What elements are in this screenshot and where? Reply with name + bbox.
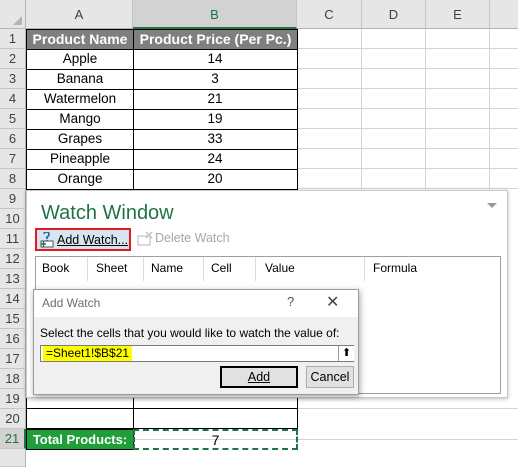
product-name-cell[interactable]: Grapes: [26, 129, 134, 150]
column-header-d[interactable]: D: [362, 0, 426, 29]
dialog-prompt: Select the cells that you would like to …: [40, 326, 340, 340]
row-header-20[interactable]: 20: [0, 409, 26, 429]
row-header-8[interactable]: 8: [0, 169, 26, 189]
product-name-cell[interactable]: Orange: [26, 169, 134, 190]
row-header-21[interactable]: 21: [0, 429, 26, 449]
row-header-3[interactable]: 3: [0, 69, 26, 89]
row-header-22[interactable]: [0, 449, 26, 467]
add-button[interactable]: Add: [220, 366, 298, 388]
delete-watch-button[interactable]: Delete Watch: [135, 229, 231, 250]
row-header-15[interactable]: 15: [0, 309, 26, 329]
watch-window-title: Watch Window: [41, 202, 174, 224]
column-header-b[interactable]: B: [133, 0, 297, 29]
watch-column-sheet[interactable]: Sheet: [96, 261, 127, 275]
row-header-10[interactable]: 10: [0, 209, 26, 229]
watch-column-name[interactable]: Name: [151, 261, 183, 275]
product-price-cell[interactable]: 14: [133, 49, 298, 70]
add-watch-button[interactable]: Add Watch...: [35, 228, 131, 251]
watch-column-book[interactable]: Book: [42, 261, 69, 275]
add-watch-label: Add Watch...: [57, 233, 129, 247]
close-icon[interactable]: ✕: [326, 292, 339, 312]
row-header-19[interactable]: 19: [0, 389, 26, 409]
row-header-16[interactable]: 16: [0, 329, 26, 349]
watch-window-options-caret-icon[interactable]: [487, 203, 497, 208]
product-name-cell[interactable]: Apple: [26, 49, 134, 70]
collapse-dialog-icon[interactable]: ⬆: [338, 346, 354, 361]
product-name-cell[interactable]: Watermelon: [26, 89, 134, 110]
row-header-4[interactable]: 4: [0, 89, 26, 109]
column-header-a[interactable]: A: [26, 0, 133, 29]
row-header-13[interactable]: 13: [0, 269, 26, 289]
total-products-label[interactable]: Total Products:: [26, 429, 134, 450]
add-watch-icon: [40, 232, 54, 248]
row-header-5[interactable]: 5: [0, 109, 26, 129]
add-watch-dialog: Add Watch ? ✕ Select the cells that you …: [33, 289, 359, 395]
watch-column-cell[interactable]: Cell: [211, 261, 232, 275]
header-product-name[interactable]: Product Name: [26, 29, 134, 50]
product-price-cell[interactable]: 33: [133, 129, 298, 150]
product-price-cell[interactable]: 21: [133, 89, 298, 110]
delete-watch-icon: [137, 231, 153, 246]
delete-watch-label: Delete Watch: [155, 231, 230, 245]
row-header-14[interactable]: 14: [0, 289, 26, 309]
cancel-button[interactable]: Cancel: [306, 366, 354, 388]
row-header-7[interactable]: 7: [0, 149, 26, 169]
product-name-cell[interactable]: Banana: [26, 69, 134, 90]
product-price-cell[interactable]: 3: [133, 69, 298, 90]
product-price-cell[interactable]: 19: [133, 109, 298, 130]
row-header-1[interactable]: 1: [0, 29, 26, 49]
watch-column-formula[interactable]: Formula: [373, 261, 417, 275]
row-header-12[interactable]: 12: [0, 249, 26, 269]
total-products-value[interactable]: 7: [133, 429, 298, 450]
header-product-price[interactable]: Product Price (Per Pc.): [133, 29, 298, 50]
column-header-f[interactable]: [490, 0, 518, 29]
row-header-11[interactable]: 11: [0, 229, 26, 249]
watch-column-value[interactable]: Value: [265, 261, 295, 275]
add-button-label: Add: [247, 370, 271, 384]
row-header-17[interactable]: 17: [0, 349, 26, 369]
empty-grid-area[interactable]: [297, 29, 518, 189]
row-header-18[interactable]: 18: [0, 369, 26, 389]
cell-reference-value: =Sheet1!$B$21: [43, 346, 133, 361]
help-icon[interactable]: ?: [287, 294, 294, 309]
product-price-cell[interactable]: 24: [133, 149, 298, 170]
product-price-cell[interactable]: 20: [133, 169, 298, 190]
product-name-cell[interactable]: Mango: [26, 109, 134, 130]
row-header-6[interactable]: 6: [0, 129, 26, 149]
row-header-2[interactable]: 2: [0, 49, 26, 69]
row-header-9[interactable]: 9: [0, 189, 26, 209]
dialog-title: Add Watch: [42, 296, 101, 310]
select-all-corner[interactable]: [0, 0, 26, 29]
product-name-cell[interactable]: Pineapple: [26, 149, 134, 170]
column-header-c[interactable]: C: [297, 0, 362, 29]
column-header-e[interactable]: E: [426, 0, 490, 29]
cell-reference-input[interactable]: =Sheet1!$B$21 ⬆: [40, 345, 354, 362]
